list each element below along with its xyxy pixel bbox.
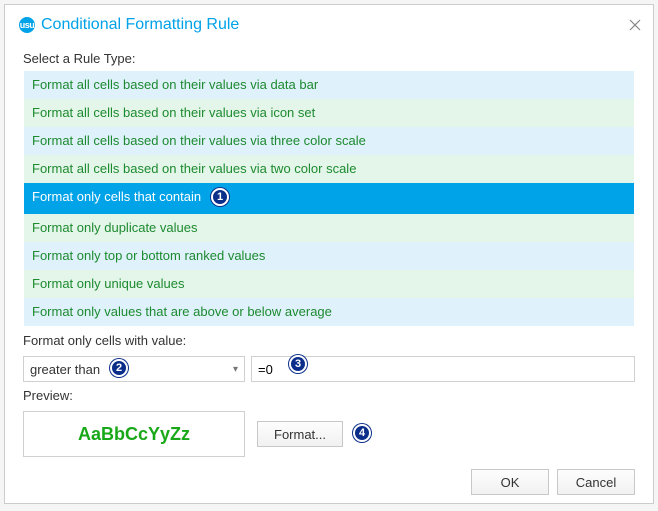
- rule-type-item[interactable]: Format all cells based on their values v…: [24, 155, 634, 183]
- format-only-cells-label: Format only cells with value:: [23, 333, 635, 348]
- rule-type-item-label: Format all cells based on their values v…: [32, 161, 356, 176]
- rule-type-item-label: Format only cells that contain: [32, 189, 201, 204]
- dialog-window: usu Conditional Formatting Rule Select a…: [4, 4, 654, 504]
- dialog-title: Conditional Formatting Rule: [41, 16, 239, 34]
- preview-sample-text: AaBbCcYyZz: [78, 424, 190, 445]
- rule-type-item[interactable]: Format only cells that contain 1: [24, 183, 634, 214]
- rule-type-item[interactable]: Format all cells based on their values v…: [24, 71, 634, 99]
- rule-type-item-label: Format only top or bottom ranked values: [32, 248, 265, 263]
- callout-marker-2: 2: [110, 359, 128, 377]
- preview-box: AaBbCcYyZz: [23, 411, 245, 457]
- operator-combo[interactable]: greater than 2 ▾: [23, 356, 245, 382]
- dialog-body: Select a Rule Type: Format all cells bas…: [5, 39, 653, 457]
- cancel-button[interactable]: Cancel: [557, 469, 635, 495]
- format-button-wrap: Format... 4: [257, 421, 371, 447]
- rule-type-item[interactable]: Format only top or bottom ranked values: [24, 242, 634, 270]
- condition-value-input[interactable]: [251, 356, 635, 382]
- preview-label: Preview:: [23, 388, 635, 403]
- titlebar: usu Conditional Formatting Rule: [5, 5, 653, 39]
- rule-type-item[interactable]: Format all cells based on their values v…: [24, 127, 634, 155]
- rule-type-item-label: Format only duplicate values: [32, 220, 197, 235]
- rule-type-item-label: Format only values that are above or bel…: [32, 304, 332, 319]
- callout-marker-1: 1: [211, 188, 229, 206]
- rule-type-item-label: Format only unique values: [32, 276, 184, 291]
- rule-type-item-label: Format all cells based on their values v…: [32, 77, 318, 92]
- select-rule-type-label: Select a Rule Type:: [23, 51, 635, 66]
- callout-marker-4: 4: [353, 424, 371, 442]
- rule-type-item-label: Format all cells based on their values v…: [32, 105, 315, 120]
- format-button[interactable]: Format...: [257, 421, 343, 447]
- app-icon: usu: [19, 17, 35, 33]
- chevron-down-icon: ▾: [233, 364, 238, 375]
- callout-marker-3: 3: [289, 355, 307, 373]
- rule-type-item[interactable]: Format only duplicate values: [24, 214, 634, 242]
- condition-row: greater than 2 ▾ 3: [23, 356, 635, 382]
- rule-type-item[interactable]: Format only values that are above or bel…: [24, 298, 634, 326]
- close-icon[interactable]: [625, 15, 645, 35]
- rule-type-list: Format all cells based on their values v…: [23, 70, 635, 327]
- ok-button[interactable]: OK: [471, 469, 549, 495]
- dialog-footer: OK Cancel: [5, 457, 653, 511]
- operator-value: greater than: [30, 362, 100, 377]
- preview-row: AaBbCcYyZz Format... 4: [23, 411, 635, 457]
- rule-type-item[interactable]: Format all cells based on their values v…: [24, 99, 634, 127]
- rule-type-item-label: Format all cells based on their values v…: [32, 133, 366, 148]
- rule-type-item[interactable]: Format only unique values: [24, 270, 634, 298]
